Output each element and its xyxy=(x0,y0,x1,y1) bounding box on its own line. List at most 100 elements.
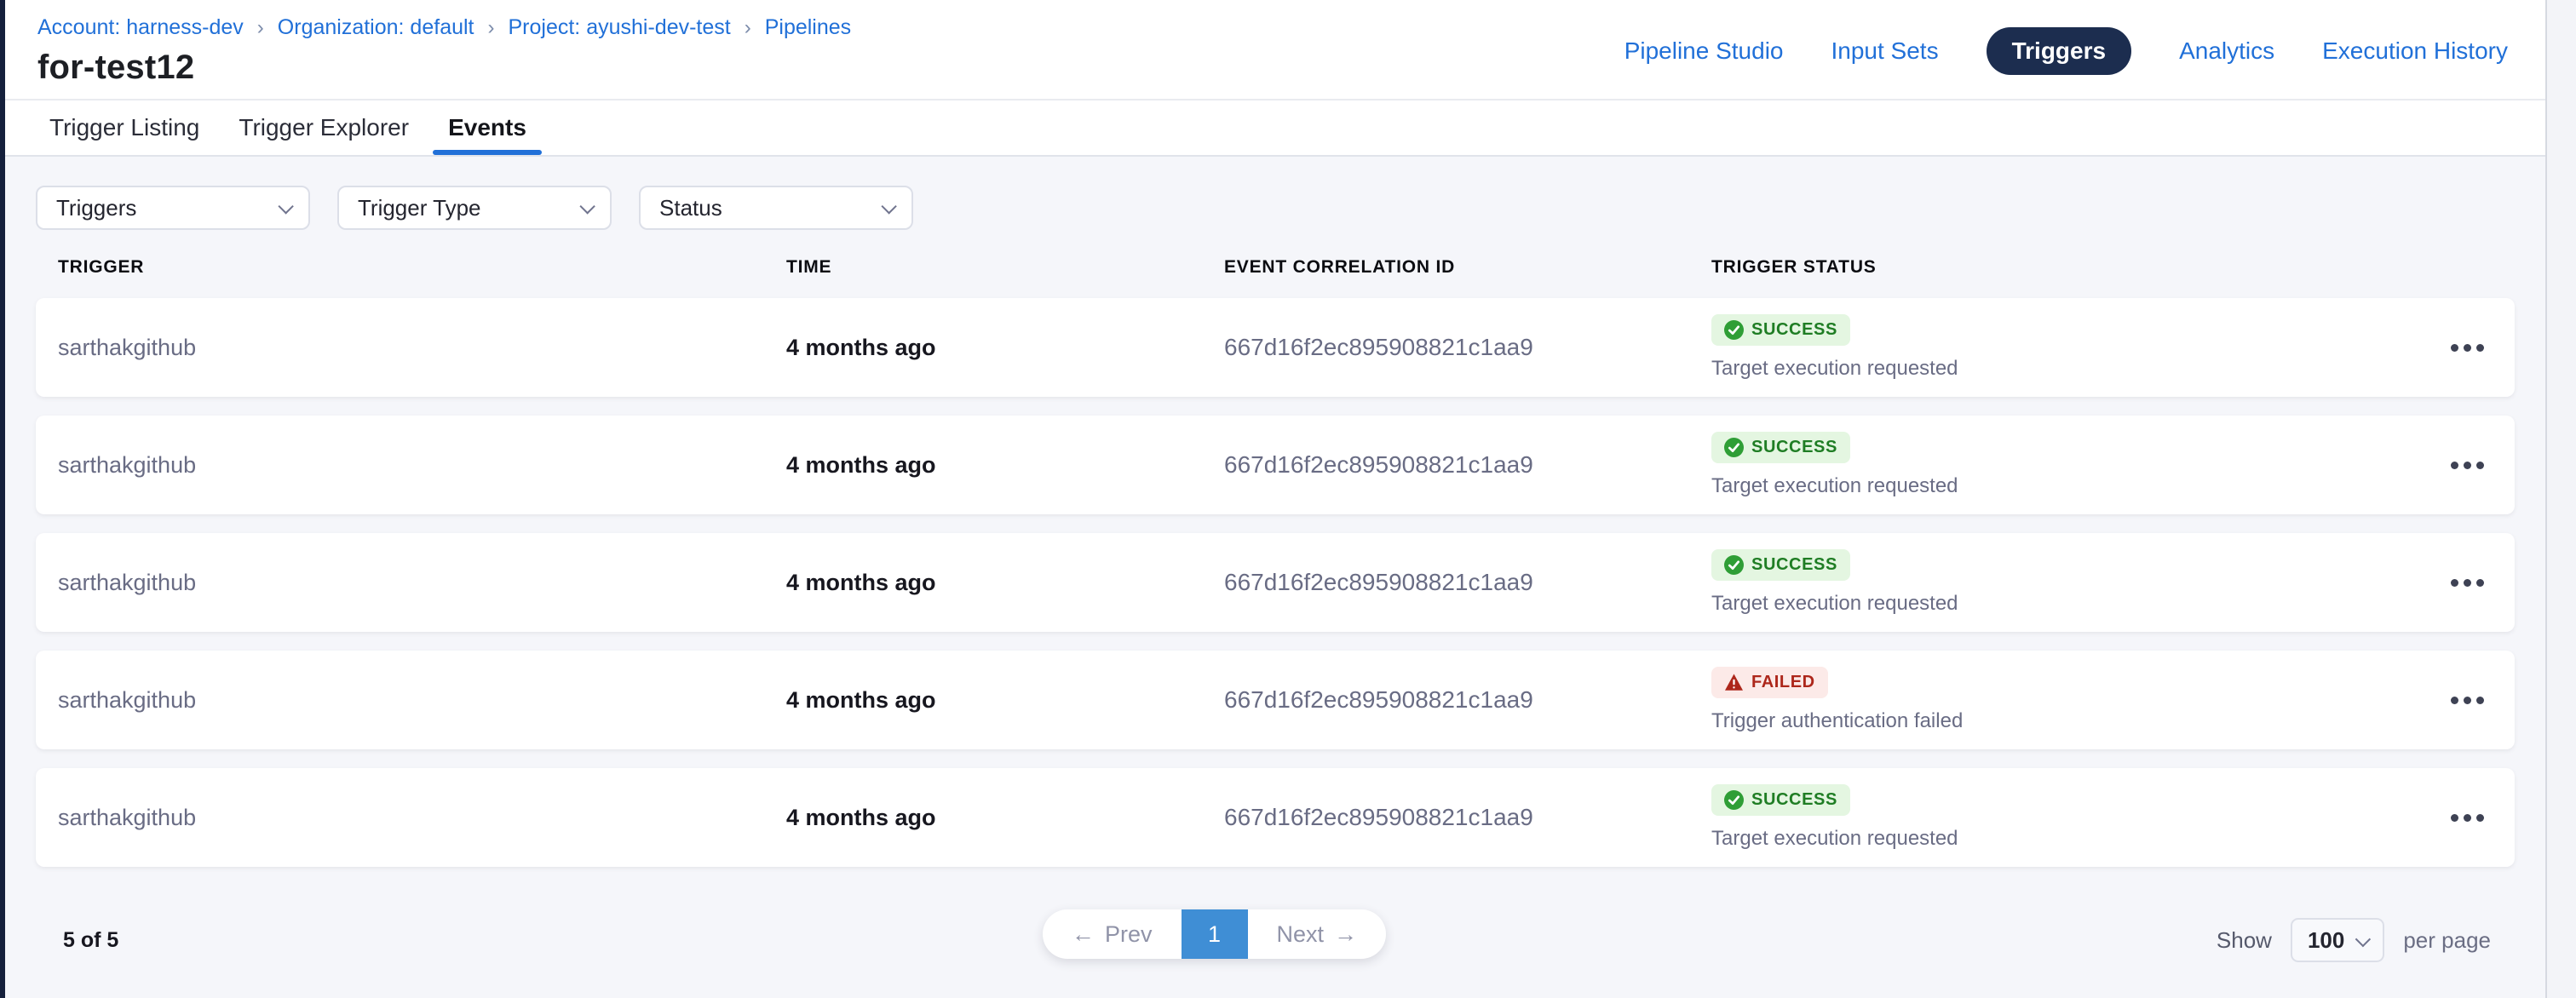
event-correlation-id-cell: 667d16f2ec895908821c1aa9 xyxy=(1224,804,1711,831)
filter-dropdown[interactable]: Trigger Type xyxy=(337,186,612,230)
event-row[interactable]: sarthakgithub 4 months ago 667d16f2ec895… xyxy=(36,416,2515,514)
check-circle-icon xyxy=(1724,320,1744,340)
page-number-button[interactable]: 1 xyxy=(1182,909,1248,959)
status-cell: FAILED Trigger authentication failed xyxy=(1711,667,2387,733)
event-correlation-id-cell: 667d16f2ec895908821c1aa9 xyxy=(1224,451,1711,479)
prev-label: Prev xyxy=(1105,921,1153,948)
page-title: for-test12 xyxy=(37,49,878,87)
column-header: EVENT CORRELATION ID xyxy=(1224,257,1711,278)
status-detail: Trigger authentication failed xyxy=(1711,709,1963,733)
row-menu-cell xyxy=(2387,806,2489,830)
more-options-icon[interactable] xyxy=(2446,336,2489,360)
event-row[interactable]: sarthakgithub 4 months ago 667d16f2ec895… xyxy=(36,533,2515,632)
tab[interactable]: Trigger Listing xyxy=(46,100,203,155)
arrow-right-icon: → xyxy=(1334,921,1357,948)
filter-dropdown-label: Status xyxy=(659,195,722,221)
tab-label: Trigger Explorer xyxy=(239,114,409,141)
chevron-down-icon xyxy=(2355,931,2371,946)
status-badge-label: SUCCESS xyxy=(1751,555,1837,575)
check-circle-icon xyxy=(1724,790,1744,810)
breadcrumb-link[interactable]: Pipelines xyxy=(765,15,851,40)
breadcrumb: Account: harness-dev › Organization: def… xyxy=(37,15,878,40)
status-cell: SUCCESS Target execution requested xyxy=(1711,314,2387,381)
filter-dropdown[interactable]: Triggers xyxy=(36,186,310,230)
status-detail: Target execution requested xyxy=(1711,592,1958,616)
more-options-icon[interactable] xyxy=(2446,806,2489,830)
tab[interactable]: Trigger Explorer xyxy=(235,100,412,155)
more-options-icon[interactable] xyxy=(2446,571,2489,595)
more-options-icon[interactable] xyxy=(2446,688,2489,713)
breadcrumb-link[interactable]: Organization: default xyxy=(278,15,474,40)
events-content: Triggers Trigger Type Status TRIGGER TIM xyxy=(5,157,2545,998)
right-panel-edge xyxy=(2545,0,2576,998)
pipeline-nav-link[interactable]: Pipeline Studio xyxy=(1624,37,1784,65)
pagination-bar: 5 of 5 ← Prev 1 Next → Show 100 per page xyxy=(36,898,2515,983)
event-correlation-id-cell: 667d16f2ec895908821c1aa9 xyxy=(1224,569,1711,596)
page-size-control: Show 100 per page xyxy=(2217,918,2491,962)
status-badge-label: SUCCESS xyxy=(1751,320,1837,340)
status-badge-label: SUCCESS xyxy=(1751,790,1837,810)
table-header: TRIGGER TIME EVENT CORRELATION ID TRIGGE… xyxy=(36,257,2515,278)
event-row[interactable]: sarthakgithub 4 months ago 667d16f2ec895… xyxy=(36,768,2515,867)
status-badge: SUCCESS xyxy=(1711,314,1850,346)
status-cell: SUCCESS Target execution requested xyxy=(1711,432,2387,498)
filters-bar: Triggers Trigger Type Status xyxy=(36,186,2515,230)
chevron-down-icon xyxy=(579,198,595,214)
page-size-dropdown[interactable]: 100 xyxy=(2291,918,2384,962)
check-circle-icon xyxy=(1724,555,1744,575)
status-detail: Target execution requested xyxy=(1711,357,1958,381)
column-header: TIME xyxy=(786,257,1224,278)
header-left: Account: harness-dev › Organization: def… xyxy=(37,15,878,87)
arrow-left-icon: ← xyxy=(1072,921,1095,948)
trigger-name-cell: sarthakgithub xyxy=(58,452,786,479)
filter-dropdown[interactable]: Status xyxy=(639,186,913,230)
tab[interactable]: Events xyxy=(445,100,530,155)
prev-page-button[interactable]: ← Prev xyxy=(1043,909,1182,959)
show-label: Show xyxy=(2217,927,2272,954)
breadcrumb-item: Organization: default › xyxy=(278,15,509,40)
pipeline-nav-link[interactable]: Analytics xyxy=(2179,37,2274,65)
event-correlation-id-cell: 667d16f2ec895908821c1aa9 xyxy=(1224,334,1711,361)
per-page-label: per page xyxy=(2403,927,2491,954)
pipeline-nav-link[interactable]: Execution History xyxy=(2322,37,2508,65)
warning-triangle-icon xyxy=(1724,673,1744,692)
status-badge: SUCCESS xyxy=(1711,784,1850,816)
results-count: 5 of 5 xyxy=(63,928,118,953)
next-page-button[interactable]: Next → xyxy=(1248,909,1387,959)
status-badge-label: FAILED xyxy=(1751,673,1815,692)
status-badge: SUCCESS xyxy=(1711,432,1850,463)
row-menu-cell xyxy=(2387,336,2489,360)
column-header: TRIGGER STATUS xyxy=(1711,257,2387,278)
status-badge: SUCCESS xyxy=(1711,549,1850,581)
status-cell: SUCCESS Target execution requested xyxy=(1711,549,2387,616)
column-header: TRIGGER xyxy=(58,257,786,278)
event-row[interactable]: sarthakgithub 4 months ago 667d16f2ec895… xyxy=(36,651,2515,749)
status-detail: Target execution requested xyxy=(1711,827,1958,851)
event-row[interactable]: sarthakgithub 4 months ago 667d16f2ec895… xyxy=(36,298,2515,397)
pipeline-nav-link[interactable]: Triggers xyxy=(1987,27,2131,75)
filter-dropdown-label: Trigger Type xyxy=(358,195,481,221)
pipeline-nav-link[interactable]: Input Sets xyxy=(1831,37,1939,65)
breadcrumb-link[interactable]: Project: ayushi-dev-test xyxy=(509,15,731,40)
breadcrumb-item: Account: harness-dev › xyxy=(37,15,278,40)
row-menu-cell xyxy=(2387,571,2489,595)
chevron-right-icon: › xyxy=(745,16,751,40)
check-circle-icon xyxy=(1724,438,1744,457)
main-panel: Account: harness-dev › Organization: def… xyxy=(5,0,2545,998)
chevron-right-icon: › xyxy=(488,16,495,40)
status-badge: FAILED xyxy=(1711,667,1828,698)
status-detail: Target execution requested xyxy=(1711,474,1958,498)
page-size-value: 100 xyxy=(2308,927,2344,954)
trigger-name-cell: sarthakgithub xyxy=(58,805,786,831)
breadcrumb-link[interactable]: Account: harness-dev xyxy=(37,15,244,40)
row-menu-cell xyxy=(2387,453,2489,478)
chevron-right-icon: › xyxy=(257,16,264,40)
time-cell: 4 months ago xyxy=(786,570,1224,596)
event-correlation-id-cell: 667d16f2ec895908821c1aa9 xyxy=(1224,686,1711,714)
time-cell: 4 months ago xyxy=(786,452,1224,479)
pager: ← Prev 1 Next → xyxy=(1043,909,1386,959)
more-options-icon[interactable] xyxy=(2446,453,2489,478)
events-list: sarthakgithub 4 months ago 667d16f2ec895… xyxy=(36,298,2515,867)
tab-label: Trigger Listing xyxy=(49,114,199,141)
status-badge-label: SUCCESS xyxy=(1751,438,1837,457)
